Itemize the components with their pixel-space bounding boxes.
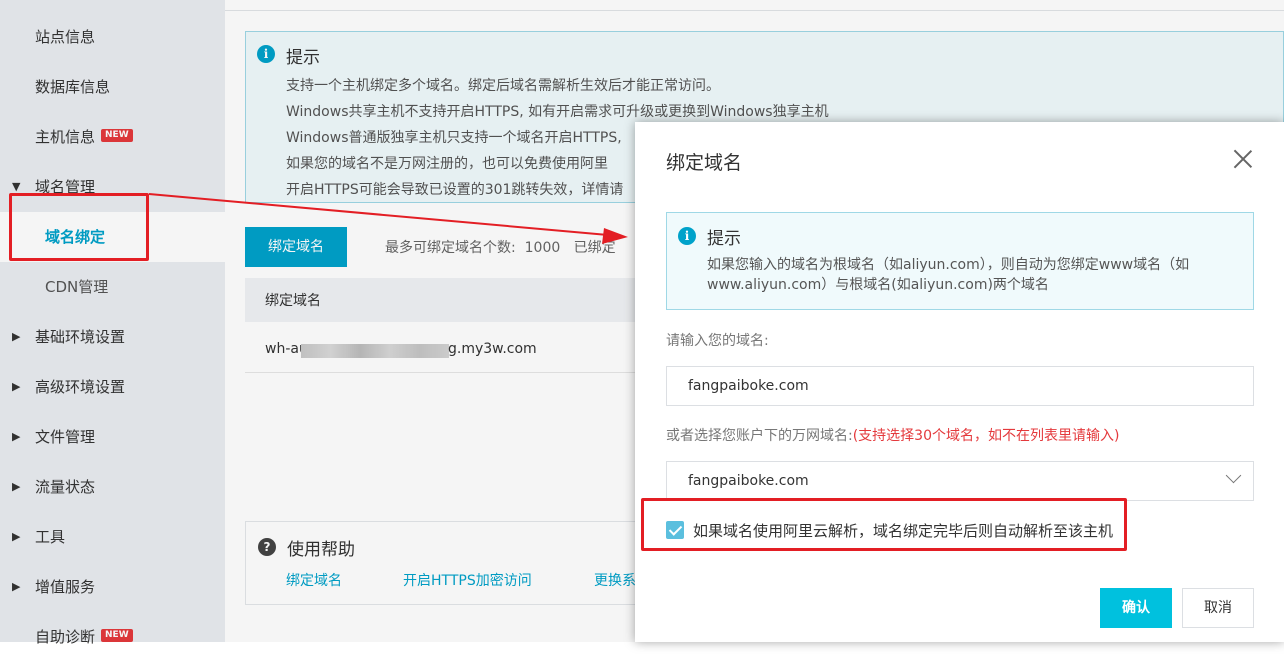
annotation-arrow	[148, 193, 628, 244]
